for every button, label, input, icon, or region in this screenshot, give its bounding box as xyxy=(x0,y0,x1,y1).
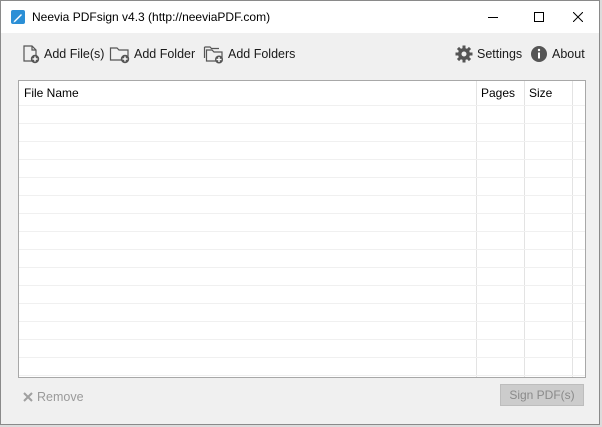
row-separator xyxy=(19,159,585,160)
toolbar: Add File(s) Add Folder Add Folders Setti… xyxy=(1,33,599,75)
row-separator xyxy=(19,339,585,340)
settings-button[interactable]: Settings xyxy=(454,43,522,65)
minimize-button[interactable] xyxy=(471,1,515,33)
row-separator xyxy=(19,375,585,376)
column-header-pages[interactable]: Pages xyxy=(476,81,524,105)
add-folders-button[interactable]: Add Folders xyxy=(203,43,295,65)
column-divider xyxy=(524,81,525,377)
folder-add-icon xyxy=(109,47,130,64)
add-folder-label: Add Folder xyxy=(134,47,196,61)
add-folder-button[interactable]: Add Folder xyxy=(109,43,195,65)
row-separator xyxy=(19,267,585,268)
x-icon xyxy=(23,392,33,402)
window-title: Neevia PDFsign v4.3 (http://neeviaPDF.co… xyxy=(32,10,271,24)
row-separator xyxy=(19,195,585,196)
file-list[interactable]: File Name Pages Size xyxy=(18,80,586,378)
row-separator xyxy=(19,177,585,178)
row-separator xyxy=(19,123,585,124)
row-separator xyxy=(19,213,585,214)
maximize-button[interactable] xyxy=(517,1,561,33)
about-button[interactable]: About xyxy=(529,43,585,65)
pen-icon xyxy=(11,10,25,24)
add-folders-label: Add Folders xyxy=(228,47,296,61)
column-header-file-name[interactable]: File Name xyxy=(19,81,476,105)
row-separator xyxy=(19,231,585,232)
add-files-button[interactable]: Add File(s) xyxy=(21,43,104,65)
row-separator xyxy=(19,105,585,106)
file-add-icon xyxy=(23,45,40,64)
minimize-icon xyxy=(488,17,498,18)
maximize-icon xyxy=(534,12,544,22)
app-window: Neevia PDFsign v4.3 (http://neeviaPDF.co… xyxy=(0,0,600,425)
gear-icon xyxy=(455,45,473,63)
remove-button[interactable]: Remove xyxy=(23,389,84,405)
sign-pdfs-button[interactable]: Sign PDF(s) xyxy=(500,384,584,406)
row-separator xyxy=(19,285,585,286)
row-separator xyxy=(19,357,585,358)
row-separator xyxy=(19,303,585,304)
close-icon xyxy=(573,12,583,22)
column-divider xyxy=(476,81,477,377)
info-icon xyxy=(531,46,547,62)
column-divider xyxy=(572,81,573,377)
bottom-bar: Remove Sign PDF(s) xyxy=(1,381,599,413)
row-separator xyxy=(19,321,585,322)
column-header-size[interactable]: Size xyxy=(524,81,572,105)
row-separator xyxy=(19,141,585,142)
folders-add-icon xyxy=(203,46,223,64)
title-bar[interactable]: Neevia PDFsign v4.3 (http://neeviaPDF.co… xyxy=(1,1,599,33)
about-label: About xyxy=(552,47,585,61)
file-list-header: File Name Pages Size xyxy=(19,81,585,105)
close-button[interactable] xyxy=(556,1,600,33)
add-files-label: Add File(s) xyxy=(44,47,105,61)
remove-label: Remove xyxy=(37,390,84,404)
row-separator xyxy=(19,249,585,250)
settings-label: Settings xyxy=(477,47,523,61)
